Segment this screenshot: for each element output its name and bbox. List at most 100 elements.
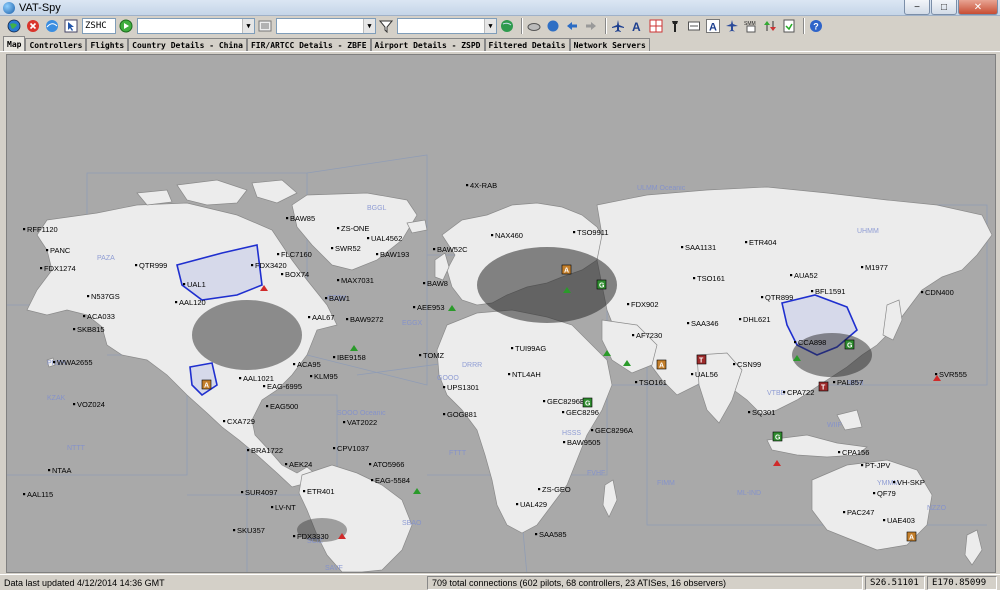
tab-country-details-china[interactable]: Country Details - China — [128, 38, 247, 51]
aircraft-dot[interactable] — [371, 479, 374, 482]
tab-network-servers[interactable]: Network Servers — [569, 38, 650, 51]
flight-label[interactable]: GEC8296A — [595, 426, 633, 435]
flight-label[interactable]: ATO5966 — [373, 460, 404, 469]
flight-label[interactable]: CCA898 — [798, 338, 826, 347]
flight-label[interactable]: BAW85 — [290, 214, 315, 223]
stop-icon[interactable] — [25, 18, 41, 34]
flight-label[interactable]: NAX460 — [495, 231, 523, 240]
aircraft-dot[interactable] — [538, 488, 541, 491]
flight-label[interactable]: ZS-GEO — [542, 485, 571, 494]
flight-label[interactable]: IBE9158 — [337, 353, 366, 362]
aircraft-dot[interactable] — [285, 463, 288, 466]
flight-label[interactable]: VH-SKP — [897, 478, 925, 487]
flight-label[interactable]: ACA033 — [87, 312, 115, 321]
aircraft-dot[interactable] — [861, 464, 864, 467]
flight-label[interactable]: GEC8296B — [547, 397, 585, 406]
flight-label[interactable]: EAG-5584 — [375, 476, 410, 485]
flight-label[interactable]: N537GS — [91, 292, 120, 301]
aircraft-dot[interactable] — [921, 291, 924, 294]
aircraft-dot[interactable] — [443, 413, 446, 416]
flight-label[interactable]: UAL429 — [520, 500, 547, 509]
aircraft-dot[interactable] — [333, 356, 336, 359]
flight-label[interactable]: BRA1722 — [251, 446, 283, 455]
aircraft-dot[interactable] — [635, 381, 638, 384]
flight-label[interactable]: SAA585 — [539, 530, 567, 539]
aircraft-dot[interactable] — [53, 361, 56, 364]
aircraft-dot[interactable] — [423, 282, 426, 285]
aircraft-dot[interactable] — [346, 318, 349, 321]
flight-label[interactable]: GEC8296 — [566, 408, 599, 417]
export-icon[interactable] — [781, 18, 797, 34]
aircraft-dot[interactable] — [491, 234, 494, 237]
flight-label[interactable]: AAL115 — [27, 490, 53, 499]
aircraft-dot[interactable] — [873, 492, 876, 495]
aircraft-dot[interactable] — [367, 237, 370, 240]
flight-label[interactable]: RFF1120 — [27, 225, 58, 234]
plane-icon[interactable] — [610, 18, 626, 34]
flight-label[interactable]: NTL4AH — [512, 370, 541, 379]
flight-label[interactable]: AEK24 — [289, 460, 312, 469]
aircraft-dot[interactable] — [40, 267, 43, 270]
aircraft-dot[interactable] — [562, 411, 565, 414]
font-a-icon[interactable]: A — [629, 18, 645, 34]
flight-label[interactable]: FDX902 — [631, 300, 659, 309]
flight-label[interactable]: BAW1 — [329, 294, 350, 303]
aircraft-dot[interactable] — [46, 249, 49, 252]
aircraft-scale-icon[interactable] — [724, 18, 740, 34]
flight-label[interactable]: CPV1037 — [337, 444, 369, 453]
flight-label[interactable]: 4X-RAB — [470, 181, 497, 190]
flight-label[interactable]: AUA52 — [794, 271, 818, 280]
aircraft-dot[interactable] — [843, 511, 846, 514]
aircraft-dot[interactable] — [535, 533, 538, 536]
tab-airport-details-zspd[interactable]: Airport Details - ZSPD — [370, 38, 485, 51]
tab-controllers[interactable]: Controllers — [25, 38, 87, 51]
aircraft-dot[interactable] — [303, 490, 306, 493]
fir-select[interactable]: ▼ — [276, 18, 376, 34]
aircraft-dot[interactable] — [83, 315, 86, 318]
flight-label[interactable]: ZS-ONE — [341, 224, 369, 233]
aircraft-dot[interactable] — [337, 227, 340, 230]
flight-label[interactable]: EAG-6995 — [267, 382, 302, 391]
flight-label[interactable]: SUR4097 — [245, 488, 278, 497]
flight-label[interactable]: ACA95 — [297, 360, 321, 369]
aircraft-dot[interactable] — [687, 322, 690, 325]
arrow-left-icon[interactable] — [564, 18, 580, 34]
aircraft-dot[interactable] — [251, 264, 254, 267]
flight-label[interactable]: EAG500 — [270, 402, 298, 411]
callsign-input[interactable]: ZSHC — [82, 18, 116, 34]
tab-fir-artcc-details-zbfe[interactable]: FIR/ARTCC Details - ZBFE — [246, 38, 371, 51]
aircraft-dot[interactable] — [369, 463, 372, 466]
flight-label[interactable]: PANC — [50, 246, 71, 255]
flight-label[interactable]: FDX3330 — [297, 532, 329, 541]
aircraft-dot[interactable] — [681, 246, 684, 249]
flight-label[interactable]: BAW9272 — [350, 315, 384, 324]
minimize-button[interactable]: − — [904, 0, 930, 15]
flight-label[interactable]: BAW52C — [437, 245, 468, 254]
sort-icon[interactable] — [762, 18, 778, 34]
flight-label[interactable]: BOX74 — [285, 270, 309, 279]
flight-label[interactable]: KLM95 — [314, 372, 338, 381]
flight-label[interactable]: SKB815 — [77, 325, 105, 334]
aircraft-dot[interactable] — [277, 253, 280, 256]
green-globe-icon[interactable] — [499, 18, 515, 34]
aircraft-dot[interactable] — [135, 264, 138, 267]
aircraft-dot[interactable] — [811, 290, 814, 293]
flight-label[interactable]: BAW193 — [380, 250, 409, 259]
aircraft-dot[interactable] — [632, 334, 635, 337]
flight-label[interactable]: ETR401 — [307, 487, 335, 496]
flight-label[interactable]: TSO161 — [697, 274, 725, 283]
aircraft-dot[interactable] — [239, 377, 242, 380]
flight-label[interactable]: SKU357 — [237, 526, 265, 535]
aircraft-dot[interactable] — [745, 241, 748, 244]
aircraft-dot[interactable] — [790, 274, 793, 277]
aircraft-dot[interactable] — [733, 363, 736, 366]
flight-label[interactable]: BAW9505 — [567, 438, 601, 447]
flight-label[interactable]: DHL621 — [743, 315, 771, 324]
aircraft-dot[interactable] — [516, 503, 519, 506]
flight-label[interactable]: CPA156 — [842, 448, 869, 457]
aircraft-dot[interactable] — [233, 529, 236, 532]
flight-label[interactable]: BFL1591 — [815, 287, 845, 296]
aircraft-dot[interactable] — [23, 228, 26, 231]
aircraft-dot[interactable] — [691, 373, 694, 376]
aircraft-dot[interactable] — [376, 253, 379, 256]
